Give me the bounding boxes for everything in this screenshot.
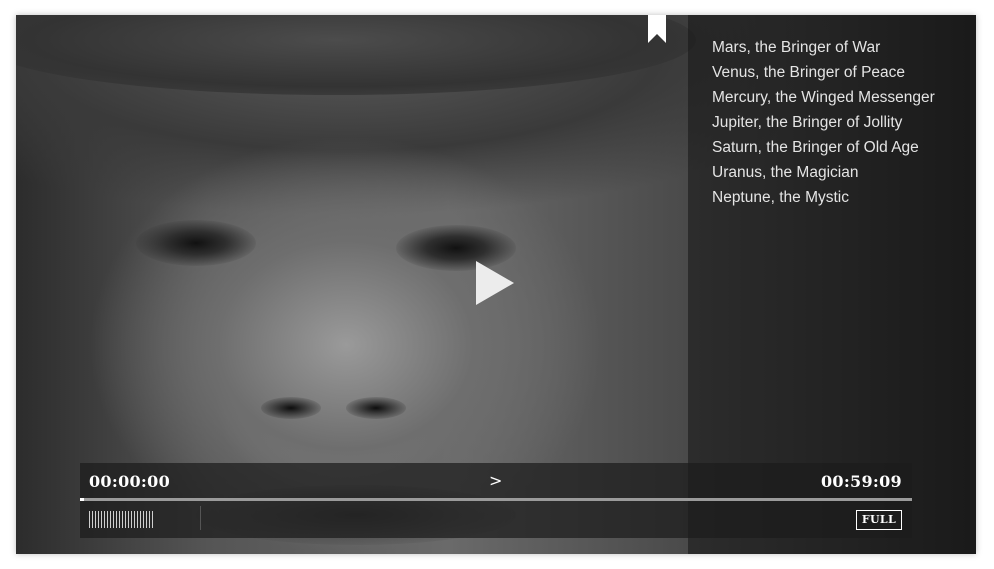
- playlist-item[interactable]: Venus, the Bringer of Peace: [712, 60, 935, 85]
- playlist: Mars, the Bringer of War Venus, the Brin…: [712, 35, 935, 210]
- playlist-item[interactable]: Jupiter, the Bringer of Jollity: [712, 110, 935, 135]
- playlist-item[interactable]: Uranus, the Magician: [712, 160, 935, 185]
- current-time: 00:00:00: [89, 472, 171, 491]
- progress-fill: [80, 498, 84, 501]
- playlist-item[interactable]: Saturn, the Bringer of Old Age: [712, 135, 935, 160]
- photo-hat-brim: [16, 15, 696, 95]
- total-duration: 00:59:09: [820, 472, 902, 491]
- playlist-item[interactable]: Neptune, the Mystic: [712, 185, 935, 210]
- playlist-item[interactable]: Mars, the Bringer of War: [712, 35, 935, 60]
- progress-bar[interactable]: [80, 498, 912, 501]
- fullscreen-button[interactable]: FULL: [855, 510, 902, 530]
- control-bar: 00:00:00 > 00:59:09 FULL: [80, 463, 912, 538]
- play-icon: [476, 261, 514, 305]
- volume-separator: [200, 506, 201, 530]
- playlist-item[interactable]: Mercury, the Winged Messenger: [712, 85, 935, 110]
- photo-nostril-right: [346, 397, 406, 419]
- play-button[interactable]: [474, 259, 518, 307]
- next-track-button[interactable]: >: [489, 471, 502, 490]
- volume-bars-icon[interactable]: [89, 511, 155, 528]
- photo-left-eye: [136, 220, 256, 266]
- photo-nostril-left: [261, 397, 321, 419]
- video-player[interactable]: Mars, the Bringer of War Venus, the Brin…: [16, 15, 976, 554]
